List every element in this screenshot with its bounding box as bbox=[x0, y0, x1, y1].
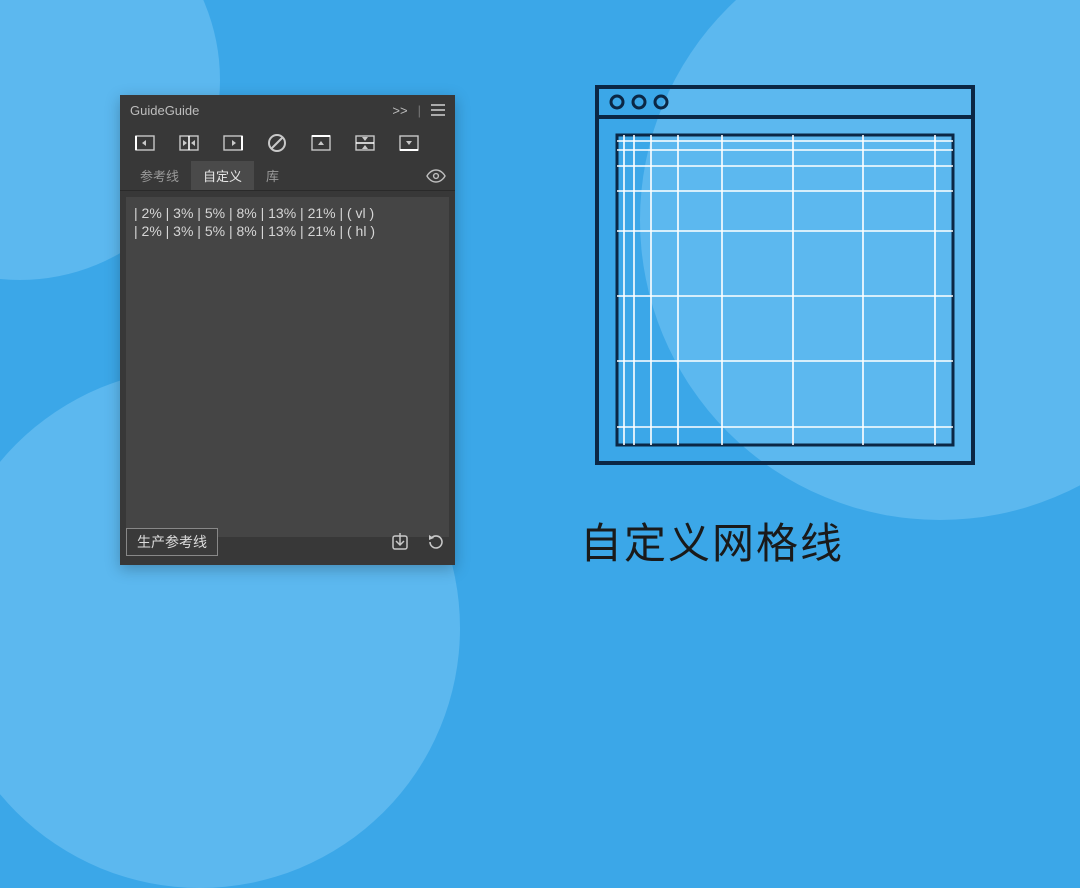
divider: | bbox=[418, 103, 421, 118]
save-set-icon[interactable] bbox=[387, 529, 413, 555]
grid-spec-line-horizontal: | 2% | 3% | 5% | 8% | 13% | 21% | ( hl ) bbox=[134, 223, 441, 241]
align-horizontal-center-button[interactable] bbox=[172, 129, 206, 157]
grid-spec-line-vertical: | 2% | 3% | 5% | 8% | 13% | 21% | ( vl ) bbox=[134, 205, 441, 223]
guideguide-panel: GuideGuide >> | 参考 bbox=[120, 95, 455, 565]
visibility-toggle-icon[interactable] bbox=[425, 165, 447, 187]
align-vertical-center-button[interactable] bbox=[348, 129, 382, 157]
generate-guides-button[interactable]: 生产参考线 bbox=[126, 528, 218, 556]
align-bottom-edge-button[interactable] bbox=[392, 129, 426, 157]
align-top-edge-button[interactable] bbox=[304, 129, 338, 157]
panel-title: GuideGuide bbox=[130, 103, 392, 118]
illustration-caption: 自定义网格线 bbox=[580, 510, 844, 571]
panel-footer: 生产参考线 bbox=[126, 527, 449, 557]
custom-grid-spec-area[interactable]: | 2% | 3% | 5% | 8% | 13% | 21% | ( vl )… bbox=[126, 197, 449, 537]
grid-illustration bbox=[595, 85, 975, 465]
panel-titlebar: GuideGuide >> | bbox=[120, 95, 455, 125]
clear-guides-button[interactable] bbox=[260, 129, 294, 157]
panel-menu-icon[interactable] bbox=[431, 104, 445, 116]
tab-library[interactable]: 库 bbox=[254, 161, 291, 190]
panel-tabs: 参考线 自定义 库 bbox=[120, 161, 455, 191]
align-left-edge-button[interactable] bbox=[128, 129, 162, 157]
alignment-toolbar bbox=[120, 125, 455, 161]
tab-reference-lines[interactable]: 参考线 bbox=[128, 161, 191, 190]
align-right-edge-button[interactable] bbox=[216, 129, 250, 157]
collapse-button[interactable]: >> bbox=[392, 103, 407, 118]
tab-custom[interactable]: 自定义 bbox=[191, 161, 254, 190]
refresh-icon[interactable] bbox=[423, 529, 449, 555]
